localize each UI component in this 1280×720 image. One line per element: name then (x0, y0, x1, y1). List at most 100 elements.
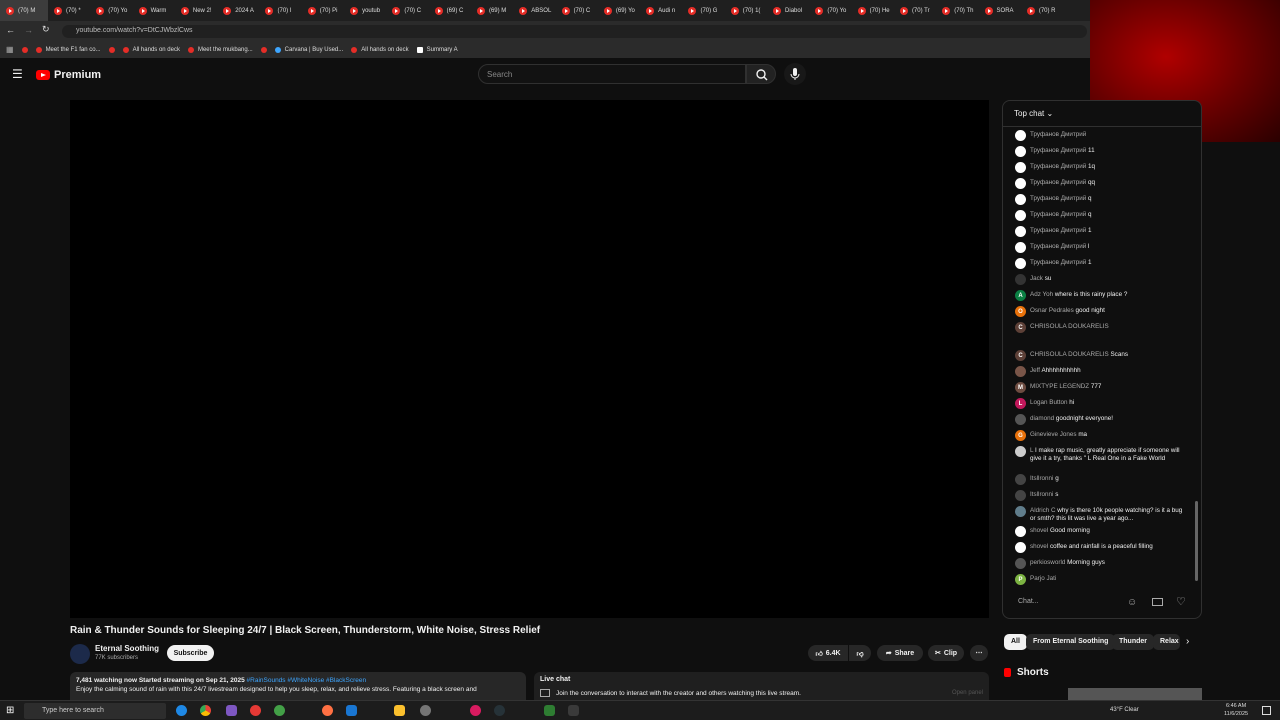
bookmark-item[interactable]: All hands on deck (351, 46, 409, 53)
chat-message[interactable]: Труфанов Дмитрий 1 (1015, 226, 1185, 237)
chat-author[interactable]: Jeff (1030, 367, 1040, 374)
chat-avatar[interactable] (1015, 178, 1026, 189)
chat-author[interactable]: shovel (1030, 527, 1048, 534)
bookmark-item[interactable]: All hands on deck (122, 46, 180, 53)
taskbar-search[interactable]: Type here to search (24, 703, 166, 719)
dislike-button[interactable]: 👎︎ (849, 645, 871, 661)
chat-message[interactable]: A Adz Yoh where is this rainy place ? (1015, 290, 1185, 301)
chat-author[interactable]: Труфанов Дмитрий (1030, 243, 1086, 250)
chat-message[interactable]: Труфанов Дмитрий 1 (1015, 258, 1185, 269)
chat-message[interactable]: Труфанов Дмитрий q (1015, 194, 1185, 205)
chat-avatar[interactable]: C (1015, 322, 1026, 333)
browser-tab[interactable]: (69) C (429, 0, 471, 21)
chat-author[interactable]: Труфанов Дмитрий (1030, 163, 1086, 170)
chrome-icon[interactable] (200, 705, 211, 716)
browser-tab[interactable]: (70) He (852, 0, 894, 21)
chat-message[interactable]: Itsllronni s (1015, 490, 1185, 501)
search-button[interactable] (746, 64, 776, 84)
browser-tab[interactable]: (70) G (682, 0, 724, 21)
chat-author[interactable]: Труфанов Дмитрий (1030, 227, 1086, 234)
chat-avatar[interactable] (1015, 506, 1026, 517)
browser-tab[interactable]: (70) Pi (302, 0, 344, 21)
bookmark-icon[interactable] (260, 46, 267, 53)
clock-date[interactable]: 11/6/2025 (1224, 711, 1248, 717)
chat-message[interactable]: Труфанов Дмитрий qq (1015, 178, 1185, 189)
url-field[interactable]: youtube.com/watch?v=DtCJWbzlCws (62, 25, 1087, 38)
chat-author[interactable]: Труфанов Дмитрий (1030, 211, 1086, 218)
chat-author[interactable]: Труфанов Дмитрий (1030, 259, 1086, 266)
chip-thunder[interactable]: Thunder (1112, 634, 1154, 650)
store-icon[interactable] (346, 705, 357, 716)
opera-icon[interactable] (250, 705, 261, 716)
chat-avatar[interactable] (1015, 146, 1026, 157)
chat-message[interactable]: Труфанов Дмитрий 11 (1015, 146, 1185, 157)
chat-message[interactable]: perkiosworld Morning guys (1015, 558, 1185, 569)
chat-message[interactable]: C CHRISOULA DOUKARELIS (1015, 322, 1185, 333)
chat-avatar[interactable]: C (1015, 350, 1026, 361)
chat-avatar[interactable] (1015, 446, 1026, 457)
browser-tab[interactable]: (70) M (0, 0, 48, 21)
chat-author[interactable]: CHRISOULA DOUKARELIS (1030, 323, 1109, 330)
browser-tab[interactable]: (70) C (556, 0, 598, 21)
chat-message[interactable]: G Ginevieve Jones ma (1015, 430, 1185, 441)
chat-author[interactable]: Parjo Jati (1030, 575, 1056, 582)
browser-tab[interactable]: ABSOL (513, 0, 555, 21)
edge-icon[interactable] (176, 705, 187, 716)
chat-author[interactable]: perkiosworld (1030, 559, 1065, 566)
clip-button[interactable]: ✂ Clip (928, 645, 964, 661)
chat-message[interactable]: Itsllronni g (1015, 474, 1185, 485)
chip-relax[interactable]: Relax (1153, 634, 1180, 650)
excel-icon[interactable] (544, 705, 555, 716)
chat-message[interactable]: P Parjo Jati (1015, 574, 1185, 585)
search-input[interactable]: Search (478, 64, 746, 84)
chat-message[interactable]: Труфанов Дмитрий 1q (1015, 162, 1185, 173)
chat-avatar[interactable] (1015, 474, 1026, 485)
chat-message[interactable]: C CHRISOULA DOUKARELIS Scans (1015, 350, 1185, 361)
reload-icon[interactable]: ↻ (42, 24, 50, 35)
browser-tab[interactable]: (70) Yo (809, 0, 851, 21)
chat-author[interactable]: Труфанов Дмитрий (1030, 131, 1086, 138)
chevron-right-icon[interactable]: › (1186, 636, 1189, 647)
bookmark-icon[interactable] (108, 46, 115, 53)
share-button[interactable]: ➦ Share (877, 645, 923, 661)
explorer-icon[interactable] (394, 705, 405, 716)
chat-message[interactable]: shovel coffee and rainfall is a peaceful… (1015, 542, 1185, 553)
youtube-logo[interactable]: Premium (36, 69, 101, 81)
settings-icon[interactable] (420, 705, 431, 716)
chat-message[interactable]: Jack su (1015, 274, 1185, 285)
chat-message[interactable]: Труфанов Дмитрий (1015, 130, 1185, 141)
chat-scrollbar[interactable] (1195, 501, 1198, 581)
browser-tab[interactable]: youtub (344, 0, 386, 21)
apps-icon[interactable]: ▦ (6, 45, 14, 54)
chat-author[interactable]: shovel (1030, 543, 1048, 550)
chat-avatar[interactable] (1015, 414, 1026, 425)
chat-author[interactable]: diamond (1030, 415, 1054, 422)
chat-message[interactable]: diamond goodnight everyone! (1015, 414, 1185, 425)
chat-avatar[interactable] (1015, 366, 1026, 377)
browser-tab[interactable]: (70) C (386, 0, 428, 21)
browser-tab[interactable]: (70) * (48, 0, 90, 21)
browser-tab[interactable]: (70) 1( (725, 0, 767, 21)
bookmark-item[interactable]: Meet the F1 fan co... (35, 46, 101, 53)
chat-avatar[interactable] (1015, 274, 1026, 285)
browser-tab[interactable]: New 2! (175, 0, 217, 21)
chat-avatar[interactable] (1015, 162, 1026, 173)
chat-input[interactable]: Chat... (1010, 594, 1125, 612)
bookmark-icon[interactable] (21, 46, 28, 53)
chat-author[interactable]: Ginevieve Jones (1030, 431, 1077, 438)
chat-message[interactable]: Jeff Ahhhhhhhhhh (1015, 366, 1185, 377)
browser-tab[interactable]: Warm (133, 0, 175, 21)
chat-author[interactable]: Adz Yoh (1030, 291, 1053, 298)
browser-tab[interactable]: Diabol (767, 0, 809, 21)
firefox-icon[interactable] (322, 705, 333, 716)
browser-tab[interactable]: (70) I (259, 0, 301, 21)
chat-author[interactable]: Труфанов Дмитрий (1030, 179, 1086, 186)
chat-message[interactable]: L Logan Button hi (1015, 398, 1185, 409)
super-chat-icon[interactable] (1152, 598, 1163, 606)
chat-avatar[interactable] (1015, 542, 1026, 553)
chat-author[interactable]: Logan Button (1030, 399, 1067, 406)
chat-author[interactable]: Труфанов Дмитрий (1030, 147, 1086, 154)
chat-avatar[interactable]: A (1015, 290, 1026, 301)
chat-author[interactable]: CHRISOULA DOUKARELIS (1030, 351, 1109, 358)
chat-message[interactable]: Труфанов Дмитрий l (1015, 242, 1185, 253)
